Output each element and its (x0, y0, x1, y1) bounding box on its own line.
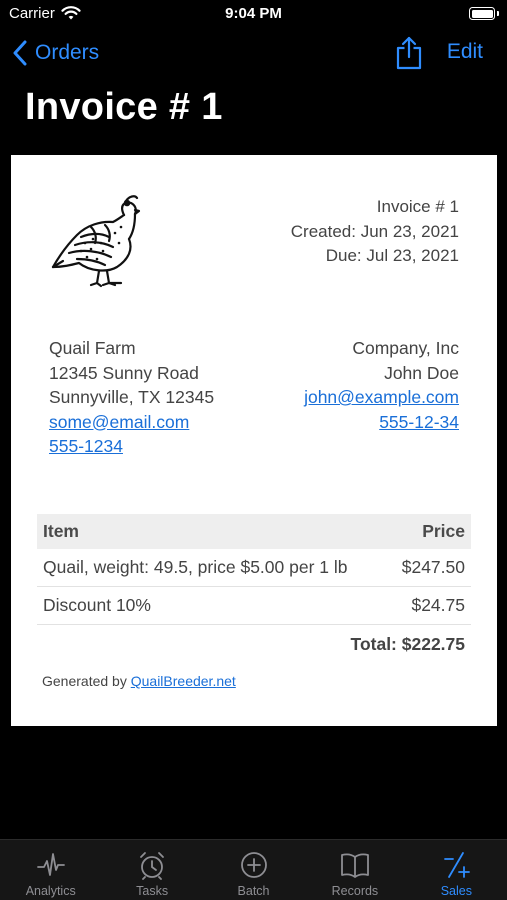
seller-address: Quail Farm 12345 Sunny Road Sunnyville, … (49, 336, 214, 459)
tab-records[interactable]: Records (304, 840, 405, 900)
item-column-header: Item (43, 521, 79, 541)
quailbreeder-link[interactable]: QuailBreeder.net (131, 673, 236, 689)
price-column-header: Price (422, 521, 465, 541)
seller-name: Quail Farm (49, 338, 136, 358)
item-price: $24.75 (411, 595, 465, 615)
share-icon[interactable] (394, 35, 424, 71)
tab-tasks-label: Tasks (136, 884, 169, 898)
tab-analytics[interactable]: Analytics (0, 840, 101, 900)
page-title: Invoice # 1 (25, 86, 223, 128)
item-price: $247.50 (401, 557, 465, 577)
buyer-phone-link[interactable]: 555-12-34 (379, 412, 459, 432)
item-description: Discount 10% (43, 595, 151, 615)
edit-button[interactable]: Edit (447, 40, 483, 64)
waveform-icon (36, 853, 65, 876)
invoice-number: Invoice # 1 (376, 197, 459, 216)
tab-tasks[interactable]: Tasks (101, 840, 202, 900)
invoice-created-date: Created: Jun 23, 2021 (290, 221, 459, 241)
seller-phone-link[interactable]: 555-1234 (49, 436, 123, 456)
buyer-contact: John Doe (384, 362, 459, 383)
tab-bar: Analytics Tasks Batch Records Sales (0, 839, 507, 900)
seller-address-line1: 12345 Sunny Road (49, 362, 199, 383)
tab-sales[interactable]: Sales (406, 840, 507, 900)
quail-logo-icon (51, 195, 141, 288)
buyer-address: Company, Inc John Doe john@example.com 5… (304, 336, 459, 434)
tab-sales-label: Sales (440, 884, 472, 898)
generated-by-footer: Generated by QuailBreeder.net (42, 673, 236, 689)
buyer-email-link[interactable]: john@example.com (304, 387, 459, 407)
table-header: Item Price (37, 514, 471, 549)
tab-batch[interactable]: Batch (203, 840, 304, 900)
invoice-due-date: Due: Jul 23, 2021 (325, 246, 459, 265)
item-description: Quail, weight: 49.5, price $5.00 per 1 l… (43, 557, 348, 577)
generated-by-label: Generated by (42, 673, 131, 689)
invoice-items-table: Item Price Quail, weight: 49.5, price $5… (37, 514, 471, 663)
plus-slash-minus-icon (444, 852, 471, 878)
invoice-total: Total: $222.75 (37, 625, 471, 663)
total-amount: Total: $222.75 (350, 633, 465, 654)
invoice-document: Invoice # 1 Created: Jun 23, 2021 Due: J… (11, 155, 497, 726)
book-icon (341, 853, 369, 878)
battery-icon (469, 7, 499, 20)
table-row: Quail, weight: 49.5, price $5.00 per 1 l… (37, 549, 471, 587)
invoice-meta: Invoice # 1 Created: Jun 23, 2021 Due: J… (291, 195, 459, 269)
back-button-label: Orders (35, 41, 100, 64)
seller-address-line2: Sunnyville, TX 12345 (49, 387, 215, 407)
status-bar: Carrier 9:04 PM (0, 0, 507, 30)
tab-records-label: Records (331, 884, 379, 898)
plus-circle-icon (240, 852, 267, 878)
alarm-icon (140, 852, 165, 880)
chevron-left-icon (13, 40, 27, 66)
tab-analytics-label: Analytics (25, 884, 76, 898)
clock: 9:04 PM (225, 5, 282, 22)
back-button[interactable]: Orders (12, 36, 99, 70)
seller-email-link[interactable]: some@email.com (49, 412, 189, 432)
table-row: Discount 10% $24.75 (37, 587, 471, 625)
buyer-company: Company, Inc (352, 338, 459, 358)
tab-batch-label: Batch (237, 884, 270, 898)
